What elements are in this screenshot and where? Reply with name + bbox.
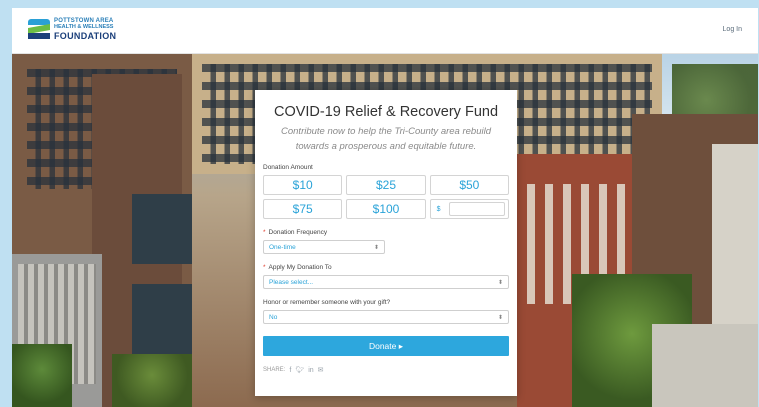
apply-donation-select[interactable]: Please select... ⬍ xyxy=(263,275,509,289)
donation-form-card: COVID-19 Relief & Recovery Fund Contribu… xyxy=(255,90,517,396)
logo-text: POTTSTOWN AREA HEALTH & WELLNESS FOUNDAT… xyxy=(54,18,116,41)
logo-mark-icon xyxy=(28,19,50,40)
donation-amount-label: Donation Amount xyxy=(263,164,313,171)
frequency-label-text: Donation Frequency xyxy=(268,229,328,236)
subtitle-line-1: Contribute now to help the Tri-County ar… xyxy=(281,126,491,137)
required-marker: * xyxy=(263,229,266,236)
apply-label-text: Apply My Donation To xyxy=(268,264,332,271)
login-link[interactable]: Log In xyxy=(723,26,742,33)
share-bar: SHARE: f 🐦︎ in ✉ xyxy=(263,366,509,375)
amount-25-button[interactable]: $25 xyxy=(346,175,426,195)
currency-symbol: $ xyxy=(436,205,441,213)
subtitle-line-2: towards a prosperous and equitable futur… xyxy=(295,141,477,152)
logo-line-2: HEALTH & WELLNESS xyxy=(54,24,114,30)
amount-50-button[interactable]: $50 xyxy=(429,175,509,195)
amount-100-button[interactable]: $100 xyxy=(346,199,426,219)
amount-10-button[interactable]: $10 xyxy=(263,175,343,195)
amount-options: $10 $25 $50 $75 $100 $ xyxy=(263,175,509,219)
custom-amount-field[interactable]: $ xyxy=(429,199,509,219)
select-arrows-icon: ⬍ xyxy=(497,314,503,321)
select-arrows-icon: ⬍ xyxy=(373,244,379,251)
logo-line-3: FOUNDATION xyxy=(54,30,117,41)
select-arrows-icon: ⬍ xyxy=(497,279,503,286)
twitter-icon[interactable]: 🐦︎ xyxy=(295,366,304,374)
honor-value: No xyxy=(269,313,278,321)
linkedin-icon[interactable]: in xyxy=(308,367,313,374)
facebook-icon[interactable]: f xyxy=(289,367,291,374)
honor-label: Honor or remember someone with your gift… xyxy=(263,299,391,306)
amount-75-button[interactable]: $75 xyxy=(263,199,343,219)
share-label: SHARE: xyxy=(263,367,286,373)
site-header: POTTSTOWN AREA HEALTH & WELLNESS FOUNDAT… xyxy=(12,8,758,54)
foundation-logo[interactable]: POTTSTOWN AREA HEALTH & WELLNESS FOUNDAT… xyxy=(28,18,116,41)
form-title: COVID-19 Relief & Recovery Fund xyxy=(273,104,499,120)
frequency-select[interactable]: One-time ⬍ xyxy=(263,240,385,254)
frequency-value: One-time xyxy=(269,243,296,251)
custom-amount-input[interactable] xyxy=(448,202,505,216)
form-subtitle: Contribute now to help the Tri-County ar… xyxy=(263,124,509,154)
email-icon[interactable]: ✉ xyxy=(318,366,324,374)
apply-label: * Apply My Donation To xyxy=(263,264,509,271)
required-marker: * xyxy=(263,264,266,271)
honor-select[interactable]: No ⬍ xyxy=(263,310,509,324)
donate-button[interactable]: Donate ▸ xyxy=(263,336,509,356)
frequency-label: * Donation Frequency xyxy=(263,229,509,236)
apply-value: Please select... xyxy=(269,278,314,286)
page-frame: POTTSTOWN AREA HEALTH & WELLNESS FOUNDAT… xyxy=(12,8,758,407)
